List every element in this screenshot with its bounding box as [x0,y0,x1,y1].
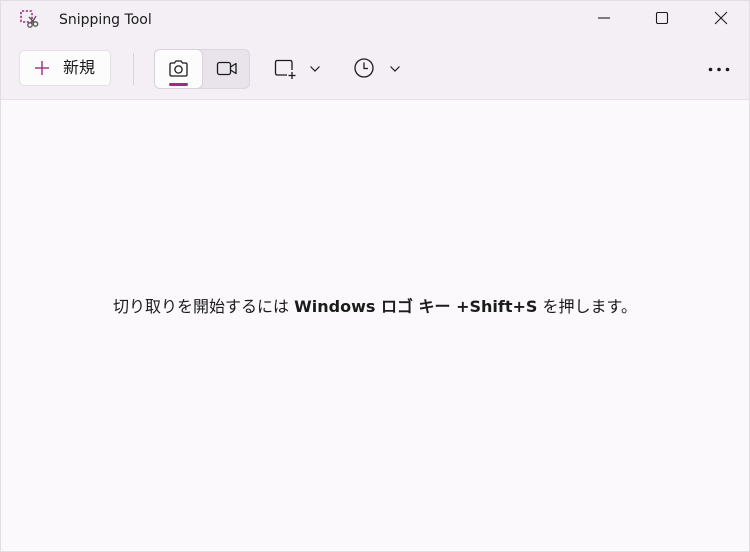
record-mode-button[interactable] [203,50,249,88]
camera-icon [169,60,188,77]
plus-icon [35,61,49,75]
hint-shortcut: Windows ロゴ キー +Shift+S [294,297,538,316]
snip-shape-dropdown[interactable] [269,53,327,85]
app-title: Snipping Tool [59,12,152,28]
close-button[interactable] [698,1,744,35]
more-options-button[interactable] [701,53,737,85]
hint-prefix: 切り取りを開始するには [113,297,295,316]
toolbar-divider [133,53,134,85]
maximize-icon [655,11,669,25]
snipping-tool-app-icon [20,10,39,28]
clock-icon [354,58,374,78]
minimize-icon [598,17,610,19]
chevron-down-icon [390,66,400,72]
close-icon [714,11,728,25]
selected-mode-indicator [169,83,188,86]
hint-suffix: を押します。 [537,297,637,316]
snipping-tool-window: Snipping Tool 新規 切り取りを開始するには Windows ロゴ … [0,0,750,552]
empty-state-hint: 切り取りを開始するには Windows ロゴ キー +Shift+S を押します… [1,296,749,318]
chevron-down-icon [310,66,320,72]
toolbar: 新規 [1,39,749,100]
delay-dropdown[interactable] [349,53,407,85]
maximize-button[interactable] [639,1,685,35]
new-snip-label: 新規 [63,58,96,77]
more-options-icon [708,67,730,72]
new-snip-button[interactable]: 新規 [19,50,111,86]
minimize-button[interactable] [581,1,627,35]
video-camera-icon [216,61,237,76]
snip-canvas-area: 切り取りを開始するには Windows ロゴ キー +Shift+S を押します… [1,100,749,551]
snip-mode-button[interactable] [155,50,202,88]
rectangle-snip-icon [274,59,296,79]
title-bar[interactable]: Snipping Tool [1,1,749,39]
capture-mode-toggle [154,49,250,89]
